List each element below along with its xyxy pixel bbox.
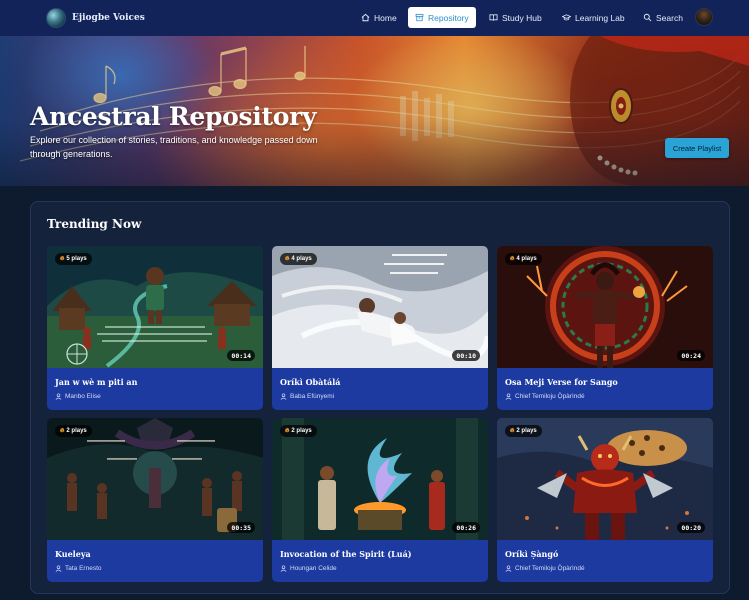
fire-icon: 🔥︎ — [285, 255, 290, 262]
nav-repository-label: Repository — [428, 12, 469, 23]
card-author: Baba Efúnyemi — [280, 393, 334, 400]
card-author: Manbo Elise — [55, 393, 101, 400]
track-card[interactable]: 🔥︎ 2 plays 00:26 Invocation of the Spirit… — [272, 418, 488, 582]
search-icon — [643, 13, 652, 22]
card-author: Tata Ernesto — [55, 565, 102, 572]
plays-badge: 🔥︎ 2 plays — [505, 425, 542, 437]
plays-badge: 🔥︎ 5 plays — [55, 253, 92, 265]
page-title: Ancestral Repository — [30, 102, 317, 131]
nav-search[interactable]: Search — [636, 7, 690, 28]
person-icon — [280, 393, 287, 400]
fire-icon: 🔥︎ — [285, 427, 290, 434]
plays-count: 2 plays — [291, 428, 312, 434]
fire-icon: 🔥︎ — [60, 255, 65, 262]
duration-badge: 00:14 — [227, 350, 255, 361]
duration-badge: 00:10 — [452, 350, 480, 361]
plays-badge: 🔥︎ 2 plays — [55, 425, 92, 437]
card-author: Chief Temiloju Ọ̀pàrìndé — [505, 393, 585, 400]
section-title: Trending Now — [47, 217, 142, 231]
top-navbar: Ejiogbe Voices Home Repository Study Hub… — [0, 0, 749, 36]
nav-study-hub-label: Study Hub — [502, 12, 542, 23]
nav-study-hub[interactable]: Study Hub — [482, 7, 549, 28]
plays-count: 4 plays — [291, 256, 312, 262]
author-name: Chief Temiloju Ọ̀pàrìndé — [515, 565, 585, 572]
plays-count: 4 plays — [516, 256, 537, 262]
duration-badge: 00:26 — [452, 522, 480, 533]
person-icon — [505, 565, 512, 572]
plays-badge: 🔥︎ 4 plays — [280, 253, 317, 265]
plays-count: 2 plays — [66, 428, 87, 434]
hero-banner: Ancestral Repository Explore our collect… — [0, 36, 749, 186]
track-card[interactable]: 🔥︎ 4 plays 00:10 Oríkì Obàtálá Baba Efúny… — [272, 246, 488, 410]
card-title: Jan w wè m piti an — [55, 377, 138, 387]
page-subtitle: Explore our collection of stories, tradi… — [30, 135, 318, 159]
track-card[interactable]: 🔥︎ 2 plays 00:35 Kueleya Tata Ernesto — [47, 418, 263, 582]
brand-name: Ejiogbe Voices — [72, 13, 145, 23]
fire-icon: 🔥︎ — [510, 427, 515, 434]
home-icon — [361, 13, 370, 22]
archive-icon — [415, 13, 424, 22]
graduation-cap-icon — [562, 14, 571, 21]
author-name: Manbo Elise — [65, 393, 101, 400]
duration-badge: 00:24 — [677, 350, 705, 361]
author-name: Chief Temiloju Ọ̀pàrìndé — [515, 393, 585, 400]
person-icon — [55, 393, 62, 400]
nav-home-label: Home — [374, 12, 397, 23]
nav-search-label: Search — [656, 12, 683, 23]
fire-icon: 🔥︎ — [510, 255, 515, 262]
card-title: Osa Meji Verse for Sango — [505, 377, 618, 387]
card-author: Houngan Celide — [280, 565, 337, 572]
person-icon — [280, 565, 287, 572]
nav-learning-lab[interactable]: Learning Lab — [555, 7, 632, 28]
user-avatar[interactable] — [695, 8, 713, 26]
track-card[interactable]: 🔥︎ 4 plays 00:24 Osa Meji Verse for Sango… — [497, 246, 713, 410]
track-card[interactable]: 🔥︎ 5 plays 00:14 Jan w wè m piti an Manbo… — [47, 246, 263, 410]
nav-home[interactable]: Home — [354, 7, 404, 28]
plays-badge: 🔥︎ 4 plays — [505, 253, 542, 265]
card-title: Oríkì Ṣàngó — [505, 549, 559, 559]
person-icon — [55, 565, 62, 572]
author-name: Tata Ernesto — [65, 565, 102, 572]
book-icon — [489, 14, 498, 21]
trending-panel: Trending Now 🔥︎ 5 plays 00:14 Jan w wè m … — [30, 201, 730, 594]
card-title: Oríkì Obàtálá — [280, 377, 341, 387]
author-name: Houngan Celide — [290, 565, 337, 572]
duration-badge: 00:35 — [227, 522, 255, 533]
person-icon — [505, 393, 512, 400]
create-playlist-button[interactable]: Create Playlist — [665, 138, 729, 158]
duration-badge: 00:20 — [677, 522, 705, 533]
card-author: Chief Temiloju Ọ̀pàrìndé — [505, 565, 585, 572]
card-title: Invocation of the Spirit (Luá) — [280, 549, 412, 559]
plays-count: 2 plays — [516, 428, 537, 434]
brand[interactable]: Ejiogbe Voices — [46, 8, 145, 28]
plays-count: 5 plays — [66, 256, 87, 262]
brand-logo — [46, 8, 66, 28]
card-title: Kueleya — [55, 549, 91, 559]
plays-badge: 🔥︎ 2 plays — [280, 425, 317, 437]
nav-learning-lab-label: Learning Lab — [575, 12, 625, 23]
nav-repository[interactable]: Repository — [408, 7, 476, 28]
author-name: Baba Efúnyemi — [290, 393, 335, 400]
track-card[interactable]: 🔥︎ 2 plays 00:20 Oríkì Ṣàngó Chief Temilo… — [497, 418, 713, 582]
fire-icon: 🔥︎ — [60, 427, 65, 434]
